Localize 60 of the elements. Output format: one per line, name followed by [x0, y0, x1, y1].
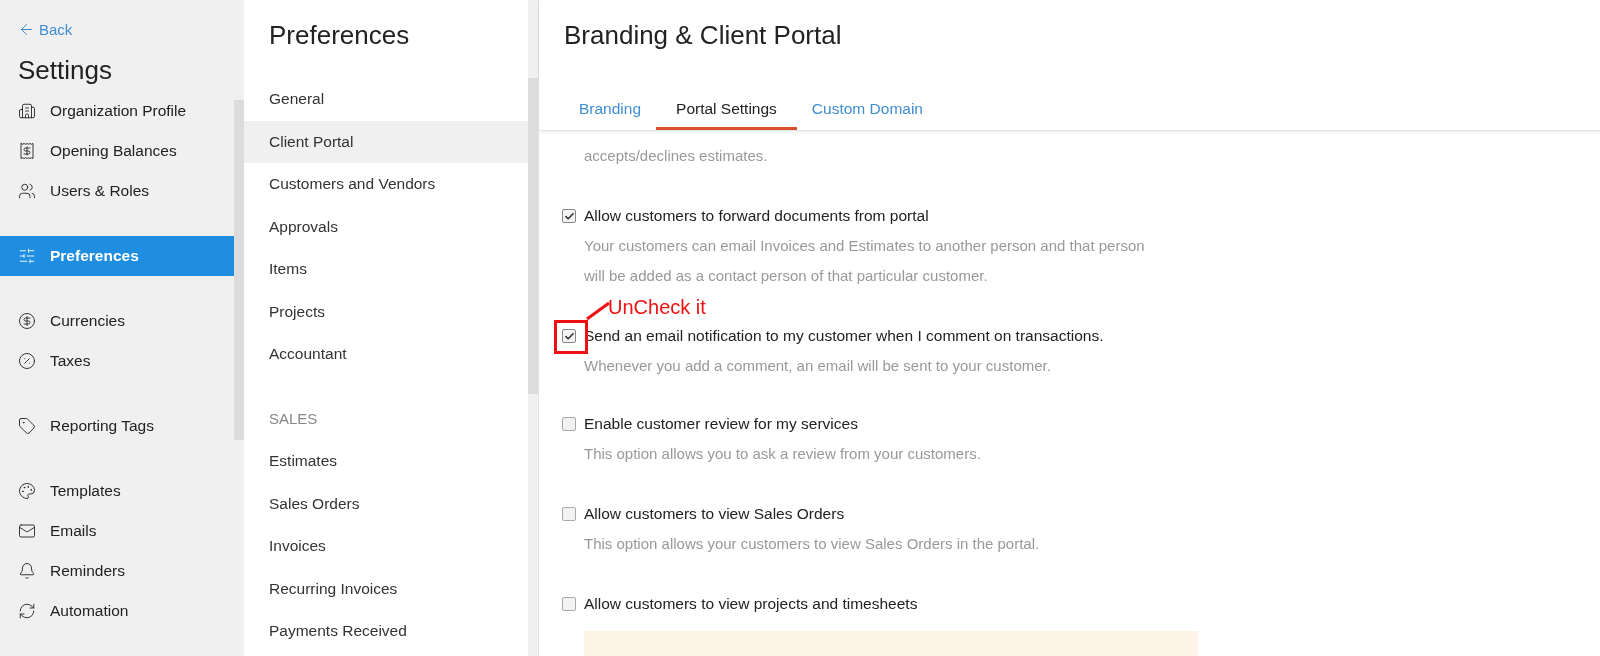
tab[interactable]: Portal Settings	[656, 90, 797, 130]
preference-item[interactable]: Payments Received	[244, 610, 528, 653]
checkbox[interactable]	[562, 417, 576, 431]
page-title: Branding & Client Portal	[564, 19, 843, 52]
building-icon	[18, 102, 36, 120]
percent-icon	[18, 352, 36, 370]
scrollbar-thumb[interactable]	[528, 78, 538, 394]
option-description: accepts/declines estimates.	[584, 146, 769, 166]
option-label: Allow customers to view projects and timesheets	[584, 595, 918, 613]
preference-item[interactable]: Sales Orders	[244, 482, 528, 525]
option-label: Allow customers to forward documents from portal	[584, 207, 929, 225]
sidebar-item[interactable]: Opening Balances	[0, 131, 234, 171]
refresh-icon	[18, 602, 36, 620]
option-description: This option allows you to ask a review from your customers.	[584, 444, 982, 464]
checkbox[interactable]	[562, 209, 576, 223]
sidebar-item[interactable]: Automation	[0, 591, 234, 631]
option-label: Enable customer review for my services	[584, 415, 858, 433]
preference-item[interactable]: Client Portal	[244, 120, 528, 163]
preference-item[interactable]: General	[244, 78, 528, 121]
preference-item[interactable]: Items	[244, 248, 528, 291]
preference-item[interactable]: Approvals	[244, 205, 528, 248]
preference-item[interactable]: Recurring Invoices	[244, 567, 528, 610]
sidebar-item[interactable]: Reminders	[0, 551, 234, 591]
preference-item[interactable]: Customers and Vendors	[244, 163, 528, 206]
palette-icon	[18, 482, 36, 500]
option-description: Your customers can email Invoices and Estimates to another person and that person will be added as a contact person of that particular customer.	[584, 236, 1146, 286]
check-icon	[563, 330, 575, 342]
sidebar-item[interactable]: Taxes	[0, 341, 234, 381]
receipt-icon	[18, 142, 36, 160]
option-label: Allow customers to view Sales Orders	[584, 505, 845, 523]
sliders-icon	[18, 247, 36, 265]
checkbox[interactable]	[562, 597, 576, 611]
sidebar-item[interactable]: Organization Profile	[0, 91, 234, 131]
checkbox[interactable]	[562, 507, 576, 521]
option-description: Whenever you add a comment, an email will be sent to your customer.	[584, 356, 1052, 376]
preference-item[interactable]: Invoices	[244, 525, 528, 568]
preference-item[interactable]: Accountant	[244, 333, 528, 376]
scrollbar-thumb[interactable]	[234, 100, 244, 440]
leader-line	[586, 301, 610, 321]
sidebar-item[interactable]: Emails	[0, 511, 234, 551]
sidebar-item[interactable]: Currencies	[0, 301, 234, 341]
sidebar-item[interactable]: Users & Roles	[0, 171, 234, 211]
preference-item[interactable]: Projects	[244, 290, 528, 333]
highlight-frame	[554, 320, 588, 354]
dollar-icon	[18, 312, 36, 330]
sidebar-item[interactable]: Reporting Tags	[0, 406, 234, 446]
sidebar-item[interactable]: Preferences	[0, 236, 234, 276]
sidebar-item[interactable]: Templates	[0, 471, 234, 511]
check-icon	[563, 210, 575, 222]
section-heading: SALES	[268, 409, 319, 430]
mail-icon	[18, 522, 36, 540]
preference-item[interactable]: Estimates	[244, 440, 528, 483]
checkbox[interactable]	[562, 329, 576, 343]
users-icon	[18, 182, 36, 200]
panel-title: Preferences	[268, 19, 411, 52]
sidebar-title: Settings	[18, 55, 113, 88]
tag-icon	[18, 417, 36, 435]
annotation-text: UnCheck it	[608, 296, 706, 318]
bell-icon	[18, 562, 36, 580]
option-description: This option allows your customers to view Sales Orders in the portal.	[584, 534, 1041, 554]
